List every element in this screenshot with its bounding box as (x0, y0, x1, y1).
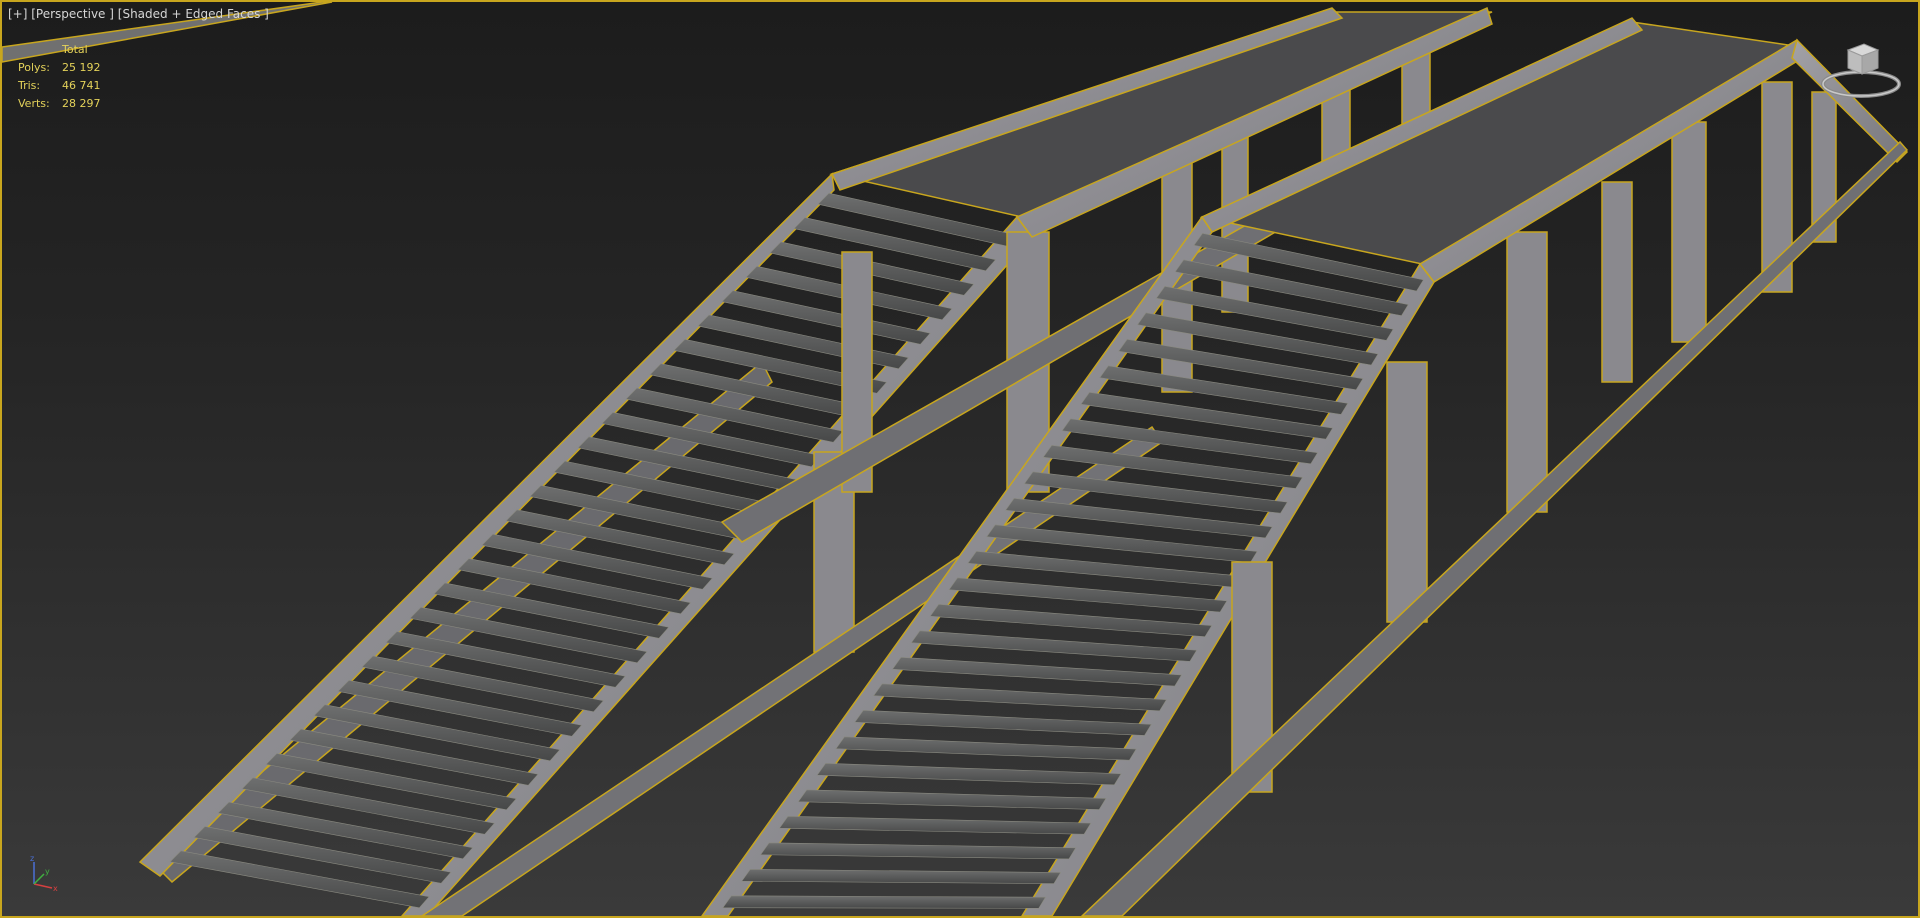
left-ramp-plank (193, 826, 452, 884)
left-ramp-plank (241, 777, 496, 835)
right-ramp-plank (835, 736, 1137, 761)
viewcube-icon[interactable] (1820, 40, 1902, 100)
bridge-scene[interactable] (2, 2, 1918, 916)
right-ramp-plank (816, 763, 1122, 786)
stats-value: 46 741 (62, 79, 101, 92)
shading-mode-button[interactable]: [Shaded + Edged Faces ] (118, 7, 269, 21)
left-ramp-plank (265, 753, 517, 811)
axis-z-label: z (30, 854, 34, 863)
axis-x-label: x (53, 884, 58, 893)
right-post-3 (1506, 231, 1548, 513)
right-ramp-plank (741, 869, 1062, 884)
stats-row-polys: Polys: 25 192 (18, 59, 101, 77)
left-ramp-plank (289, 728, 539, 786)
stats-value: 25 192 (62, 61, 101, 74)
left-ramp-plank (217, 801, 474, 860)
right-ramp-plank (797, 789, 1107, 810)
perspective-viewport[interactable]: [+] [Perspective ] [Shaded + Edged Faces… (0, 0, 1920, 918)
stats-label: Tris: (18, 79, 41, 92)
stats-label: Verts: (18, 97, 50, 110)
left-ramp-plank (169, 850, 430, 909)
right-ramp-plank (759, 842, 1077, 860)
stats-header: Total (62, 43, 88, 56)
right-ramp-plank (910, 630, 1198, 662)
right-ramp-plank (722, 895, 1047, 909)
axis-y-label: y (45, 867, 50, 876)
right-ramp-plank (891, 656, 1183, 687)
stats-value: 28 297 (62, 97, 101, 110)
right-ramp-plank (929, 603, 1213, 637)
view-mode-button[interactable]: [Perspective ] (31, 7, 114, 21)
stats-row-tris: Tris: 46 741 (18, 77, 101, 95)
right-ramp-plank (873, 683, 1167, 712)
right-ramp-plank (778, 816, 1092, 835)
right-post-2 (1386, 361, 1428, 623)
scene-statistics: Total Polys: 25 192 Tris: 46 741 Verts: … (18, 41, 101, 113)
stats-label: Polys: (18, 61, 50, 74)
right-post-5 (1671, 121, 1707, 343)
right-post-4 (1601, 181, 1633, 383)
viewport-label: [+] [Perspective ] [Shaded + Edged Faces… (8, 7, 269, 21)
axis-tripod-icon: z x y (30, 854, 58, 893)
stats-row-verts: Verts: 28 297 (18, 95, 101, 113)
viewport-menu-button[interactable]: [+] (8, 7, 27, 21)
right-ramp-plank (854, 709, 1152, 736)
